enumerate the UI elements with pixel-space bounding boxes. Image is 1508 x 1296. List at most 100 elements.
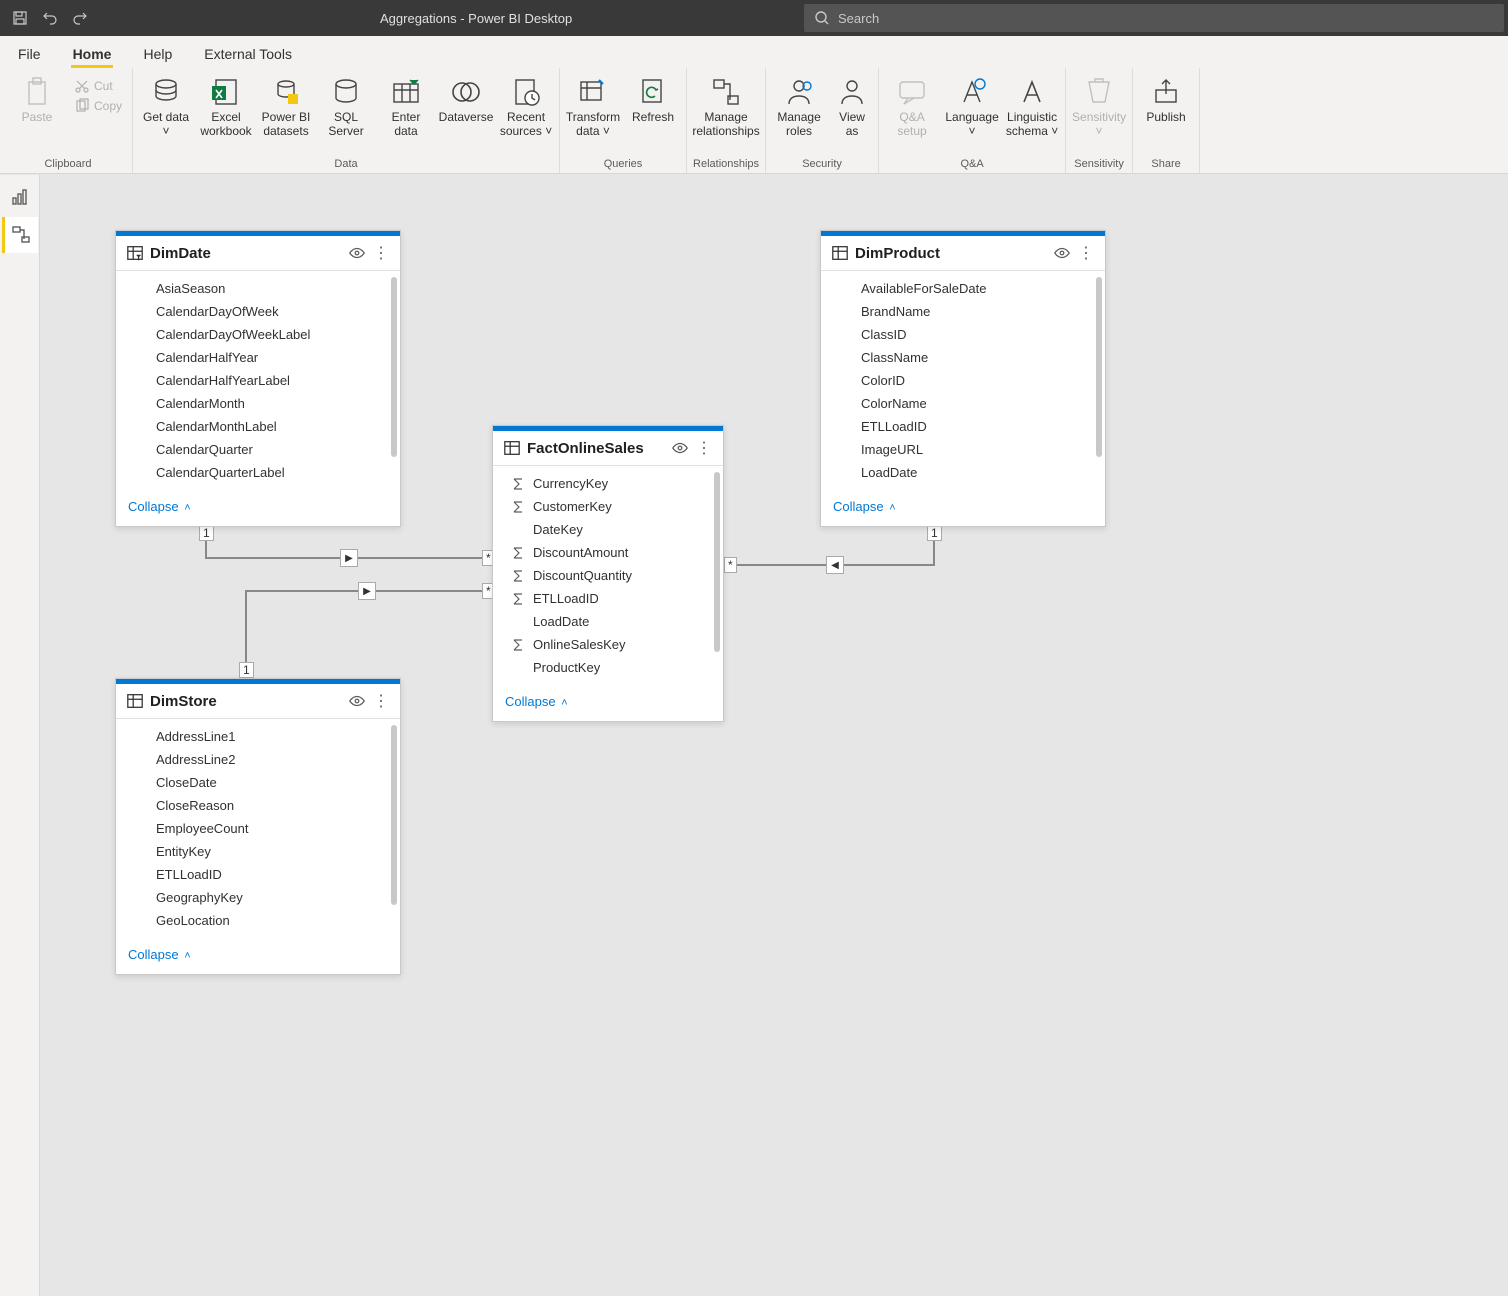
- field-row[interactable]: CurrencyKey: [493, 472, 723, 495]
- view-switcher: [0, 175, 40, 1296]
- visibility-icon[interactable]: [348, 692, 366, 710]
- qa-setup-icon: [896, 76, 928, 108]
- table-icon: [126, 244, 144, 262]
- more-options-icon[interactable]: ⋮: [695, 439, 713, 457]
- collapse-link[interactable]: Collapse ˄: [128, 947, 191, 962]
- menu-home[interactable]: Home: [71, 40, 114, 68]
- field-row[interactable]: CalendarMonth: [116, 392, 400, 415]
- ribbon-group-share: Publish Share: [1133, 68, 1200, 173]
- table-card-factonlinesales[interactable]: FactOnlineSales ⋮ CurrencyKeyCustomerKey…: [492, 425, 724, 722]
- publish-button[interactable]: Publish: [1139, 72, 1193, 124]
- field-row[interactable]: CalendarMonthLabel: [116, 415, 400, 438]
- report-view-button[interactable]: [2, 179, 38, 215]
- scrollbar[interactable]: [1096, 277, 1102, 457]
- recent-sources-icon: [510, 76, 542, 108]
- transform-data-button[interactable]: Transform data ˅: [566, 72, 620, 138]
- search-input[interactable]: Search: [804, 4, 1504, 32]
- field-row[interactable]: ETLLoadID: [821, 415, 1105, 438]
- table-card-dimproduct[interactable]: DimProduct ⋮ AvailableForSaleDateBrandNa…: [820, 230, 1106, 527]
- visibility-icon[interactable]: [1053, 244, 1071, 262]
- field-row[interactable]: EntityKey: [116, 840, 400, 863]
- dataverse-button[interactable]: Dataverse: [439, 72, 493, 124]
- scrollbar[interactable]: [391, 725, 397, 905]
- field-row[interactable]: OnlineSalesKey: [493, 633, 723, 656]
- window-title: Aggregations - Power BI Desktop: [380, 11, 572, 26]
- field-row[interactable]: AvailableForSaleDate: [821, 277, 1105, 300]
- recent-sources-button[interactable]: Recent sources ˅: [499, 72, 553, 138]
- sql-server-button[interactable]: SQL Server: [319, 72, 373, 138]
- table-card-dimdate[interactable]: DimDate ⋮ AsiaSeasonCalendarDayOfWeekCal…: [115, 230, 401, 527]
- undo-icon[interactable]: [42, 10, 58, 26]
- sigma-icon: [511, 477, 525, 491]
- table-card-dimstore[interactable]: DimStore ⋮ AddressLine1AddressLine2Close…: [115, 678, 401, 975]
- field-row[interactable]: CalendarHalfYear: [116, 346, 400, 369]
- field-row[interactable]: LoadDate: [493, 610, 723, 633]
- field-row[interactable]: AddressLine1: [116, 725, 400, 748]
- field-row[interactable]: CloseDate: [116, 771, 400, 794]
- get-data-button[interactable]: Get data ˅: [139, 72, 193, 138]
- sigma-icon: [511, 638, 525, 652]
- field-row[interactable]: ProductKey: [493, 656, 723, 679]
- scrollbar[interactable]: [714, 472, 720, 652]
- field-row[interactable]: CalendarDayOfWeek: [116, 300, 400, 323]
- visibility-icon[interactable]: [348, 244, 366, 262]
- pbi-datasets-button[interactable]: Power BI datasets: [259, 72, 313, 138]
- field-row[interactable]: LoadDate: [821, 461, 1105, 484]
- cut-button: Cut: [70, 76, 126, 96]
- field-row[interactable]: ColorID: [821, 369, 1105, 392]
- manage-relationships-button[interactable]: Manage relationships: [693, 72, 759, 138]
- scrollbar[interactable]: [391, 277, 397, 457]
- publish-icon: [1150, 76, 1182, 108]
- enter-data-icon: [390, 76, 422, 108]
- menu-external-tools[interactable]: External Tools: [202, 40, 294, 68]
- field-row[interactable]: ETLLoadID: [493, 587, 723, 610]
- enter-data-button[interactable]: Enter data: [379, 72, 433, 138]
- field-row[interactable]: GeoLocation: [116, 909, 400, 932]
- model-canvas[interactable]: 1 ▶ * 1 ▶ * 1 ◀ * DimDate ⋮ AsiaSeasonCa…: [40, 175, 1508, 1296]
- field-row[interactable]: CalendarQuarter: [116, 438, 400, 461]
- search-icon: [814, 10, 830, 26]
- field-row[interactable]: CloseReason: [116, 794, 400, 817]
- paste-icon: [21, 76, 53, 108]
- transform-data-icon: [577, 76, 609, 108]
- view-as-button[interactable]: View as: [832, 72, 872, 138]
- collapse-link[interactable]: Collapse ˄: [505, 694, 568, 709]
- field-row[interactable]: DateKey: [493, 518, 723, 541]
- more-options-icon[interactable]: ⋮: [1077, 244, 1095, 262]
- manage-roles-button[interactable]: Manage roles: [772, 72, 826, 138]
- field-row[interactable]: AddressLine2: [116, 748, 400, 771]
- field-row[interactable]: ClassID: [821, 323, 1105, 346]
- collapse-link[interactable]: Collapse ˄: [128, 499, 191, 514]
- linguistic-schema-button[interactable]: Linguistic schema ˅: [1005, 72, 1059, 138]
- language-button[interactable]: Language˅: [945, 72, 999, 138]
- collapse-link[interactable]: Collapse ˄: [833, 499, 896, 514]
- menu-help[interactable]: Help: [141, 40, 174, 68]
- redo-icon[interactable]: [72, 10, 88, 26]
- model-view-button[interactable]: [2, 217, 38, 253]
- sigma-icon: [511, 546, 525, 560]
- more-options-icon[interactable]: ⋮: [372, 244, 390, 262]
- field-row[interactable]: CustomerKey: [493, 495, 723, 518]
- menu-file[interactable]: File: [16, 40, 43, 68]
- field-row[interactable]: CalendarDayOfWeekLabel: [116, 323, 400, 346]
- field-row[interactable]: BrandName: [821, 300, 1105, 323]
- more-options-icon[interactable]: ⋮: [372, 692, 390, 710]
- field-row[interactable]: CalendarHalfYearLabel: [116, 369, 400, 392]
- sensitivity-button: Sensitivity˅: [1072, 72, 1126, 138]
- refresh-icon: [637, 76, 669, 108]
- excel-workbook-button[interactable]: Excel workbook: [199, 72, 253, 138]
- field-row[interactable]: GeographyKey: [116, 886, 400, 909]
- field-row[interactable]: EmployeeCount: [116, 817, 400, 840]
- filter-direction-icon: ▶: [340, 549, 358, 567]
- field-row[interactable]: ClassName: [821, 346, 1105, 369]
- field-row[interactable]: DiscountAmount: [493, 541, 723, 564]
- save-icon[interactable]: [12, 10, 28, 26]
- refresh-button[interactable]: Refresh: [626, 72, 680, 124]
- field-row[interactable]: DiscountQuantity: [493, 564, 723, 587]
- field-row[interactable]: CalendarQuarterLabel: [116, 461, 400, 484]
- field-row[interactable]: AsiaSeason: [116, 277, 400, 300]
- field-row[interactable]: ImageURL: [821, 438, 1105, 461]
- field-row[interactable]: ETLLoadID: [116, 863, 400, 886]
- field-row[interactable]: ColorName: [821, 392, 1105, 415]
- visibility-icon[interactable]: [671, 439, 689, 457]
